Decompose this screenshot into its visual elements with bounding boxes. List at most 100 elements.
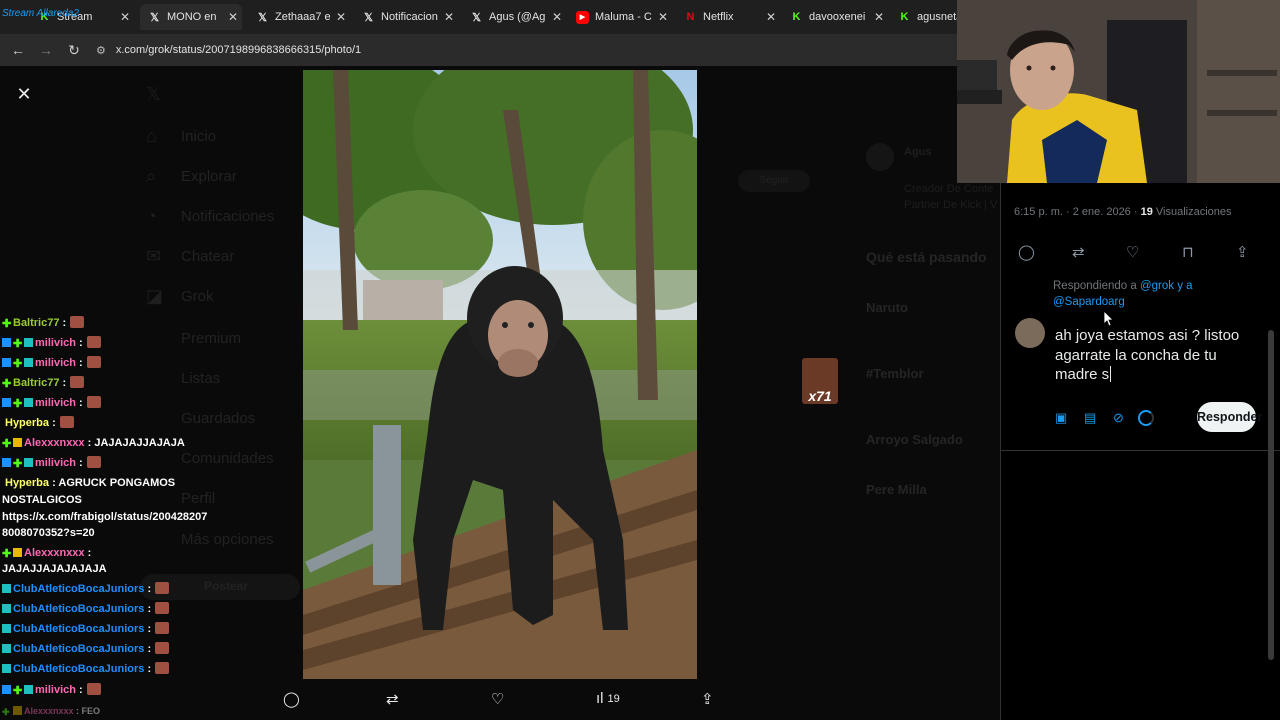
chat-line: ✚ Alexxxnxxx : FEO [2, 706, 101, 717]
kick-icon: K [792, 11, 801, 23]
emote-icon [155, 662, 170, 674]
chat-username: Baltric77 [13, 377, 60, 389]
tab-stream[interactable]: Stream Allareda2 K Stream ✕ [2, 4, 134, 30]
badge-icon [2, 584, 11, 593]
follow-button-ghost: Seguir [738, 170, 810, 192]
close-tab-icon[interactable]: ✕ [120, 10, 130, 24]
url-text: x.com/grok/status/2007198996838666315/ph… [115, 44, 362, 56]
chimpanzee-on-bench-photo [303, 70, 697, 679]
mail-icon: ✉ [146, 246, 162, 266]
like-icon[interactable]: ♡ [491, 690, 504, 708]
avatar[interactable] [1015, 318, 1045, 348]
image-icon[interactable]: ▣ [1055, 410, 1084, 426]
close-tab-icon[interactable]: ✕ [874, 10, 884, 24]
trends-heading-ghost: Qué está pasando [866, 249, 987, 265]
badge-icon [13, 548, 22, 557]
post-timestamp: 6:15 p. m. · 2 ene. 2026 · [1014, 206, 1141, 218]
reply-icon[interactable]: ◯ [283, 690, 300, 708]
close-tab-icon[interactable]: ✕ [552, 10, 562, 24]
chat-username: Baltric77 [13, 317, 60, 329]
emote-icon [59, 416, 74, 428]
close-tab-icon[interactable]: ✕ [336, 10, 346, 24]
tab-title: davooxenei [809, 11, 866, 23]
chat-username: milivich [35, 337, 76, 349]
close-tab-icon[interactable]: ✕ [228, 10, 238, 24]
badge-icon [24, 358, 33, 367]
chat-username: Alexxxnxxx [24, 547, 85, 559]
mention-link[interactable]: @grok [1140, 280, 1174, 292]
back-arrow-icon[interactable]: ← [4, 42, 32, 58]
mention-link[interactable]: @Sapardoarg [1053, 296, 1125, 308]
badge-icon: ✚ [2, 438, 12, 450]
reply-button[interactable]: Responder [1197, 402, 1262, 432]
close-tab-icon[interactable]: ✕ [444, 10, 454, 24]
x-icon: 𝕏 [364, 11, 373, 24]
views-button[interactable]: ıl 19 [596, 690, 620, 707]
views-count: 19 [607, 692, 620, 705]
scrollbar[interactable] [1268, 330, 1274, 660]
x-icon: 𝕏 [150, 11, 159, 24]
badge-icon: ✚ [2, 548, 12, 560]
repost-icon[interactable]: ⇄ [386, 690, 399, 708]
url-field[interactable]: ⚙ x.com/grok/status/2007198996838666315/… [96, 44, 361, 57]
youtube-icon: ▶ [576, 10, 589, 24]
share-icon[interactable]: ⇪ [701, 690, 714, 708]
post-views-label: Visualizaciones [1152, 206, 1232, 218]
tab-mono[interactable]: 𝕏 MONO en ✕ [140, 4, 242, 30]
badge-icon [24, 398, 33, 407]
badge-icon [24, 458, 33, 467]
tab-title: Zethaaa7 e [275, 11, 331, 23]
reply-compose-input[interactable]: ah joya estamos asi ? listoo agarrate la… [1055, 326, 1255, 385]
tab-netflix[interactable]: N Netflix ✕ [678, 4, 780, 30]
forward-arrow-icon[interactable]: → [32, 42, 60, 58]
photo-illustration [303, 70, 697, 679]
trend-item-ghost: Pere Milla [866, 482, 927, 497]
gif-icon[interactable]: ▤ [1084, 410, 1113, 426]
emote-icon [70, 316, 85, 328]
profile-name-ghost: Agus [904, 146, 932, 158]
emote-icon [155, 582, 170, 594]
chat-message: NOSTALGICOS [2, 494, 82, 506]
badge-icon: ✚ [13, 398, 23, 410]
site-info-icon[interactable]: ⚙ [96, 44, 106, 57]
tab-zethaaa7[interactable]: 𝕏 Zethaaa7 e ✕ [248, 4, 350, 30]
reply-icon[interactable]: ◯ [1018, 243, 1035, 261]
stream-overlay-text: Stream Allareda2 [2, 8, 79, 19]
chat-line: ✚ Alexxxnxxx : [2, 547, 92, 560]
reload-icon[interactable]: ↻ [60, 42, 88, 59]
tab-davooxeneize[interactable]: K davooxenei ✕ [786, 4, 888, 30]
badge-icon [2, 458, 11, 467]
nav-item-inicio: Inicio [181, 128, 217, 145]
search-icon: ⌕ [146, 166, 157, 186]
chat-line: NOSTALGICOS [2, 493, 82, 507]
like-icon[interactable]: ♡ [1126, 243, 1139, 261]
emote-icon [155, 622, 170, 634]
emote-icon [86, 336, 101, 348]
bookmark-icon[interactable]: ⊓ [1182, 243, 1194, 261]
close-tab-icon[interactable]: ✕ [766, 10, 776, 24]
character-progress-ring [1138, 410, 1154, 426]
tab-maluma[interactable]: ▶ Maluma - C ✕ [570, 4, 672, 30]
chat-username: Hyperba [5, 477, 50, 489]
chat-line: JAJAJJAJAJAJAJA [2, 562, 107, 576]
share-icon[interactable]: ⇪ [1236, 243, 1249, 261]
profile-bio-ghost: Partner De Kick | V [904, 199, 998, 211]
chat-line: ✚ milivich : [2, 356, 101, 370]
badge-icon [2, 664, 11, 673]
nav-item-mas-opciones: Más opciones [181, 531, 274, 548]
tab-title: Notificacion [381, 11, 438, 23]
profile-avatar-ghost [866, 143, 894, 171]
chat-line: ClubAtleticoBocaJuniors : [2, 602, 170, 616]
badge-icon [2, 358, 11, 367]
badge-icon: ✚ [13, 685, 23, 697]
tab-notificaciones[interactable]: 𝕏 Notificacion ✕ [356, 4, 458, 30]
chat-username: ClubAtleticoBocaJuniors [13, 583, 145, 595]
close-icon[interactable]: ✕ [14, 84, 34, 104]
chat-username: Alexxxnxxx [24, 706, 74, 716]
tab-agusneta[interactable]: K agusneta [894, 4, 957, 30]
repost-icon[interactable]: ⇄ [1072, 243, 1085, 261]
tab-agus[interactable]: 𝕏 Agus (@Ag ✕ [462, 4, 566, 30]
close-tab-icon[interactable]: ✕ [658, 10, 668, 24]
emote-sticker: x71 [802, 358, 838, 404]
replying-to: Respondiendo a @grok y a @Sapardoarg [1053, 278, 1253, 310]
